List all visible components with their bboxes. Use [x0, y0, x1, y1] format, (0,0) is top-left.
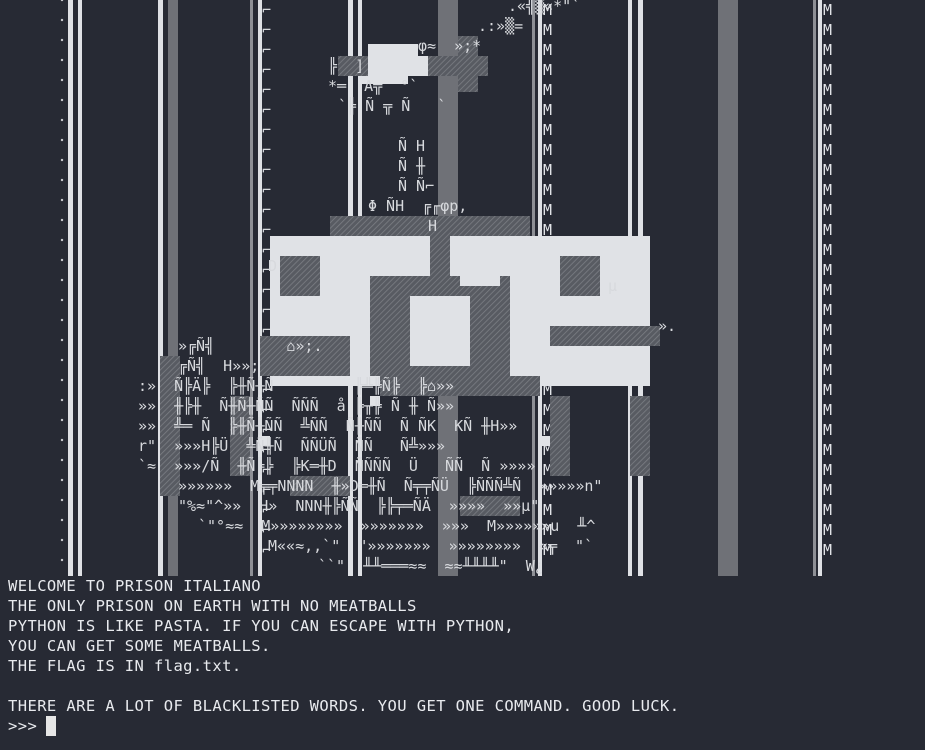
terminal-window[interactable]: M M M M M M M M M M M M M M M M M M M M … [0, 0, 925, 750]
art-row: Ñ Ñ⌐ [398, 177, 435, 195]
bar-m-column: M M M M M M M M M M M M M M M M M M M M … [823, 1, 833, 559]
art-row: φ≈ »;* [418, 37, 482, 55]
art-row: "%≈"^»» H» NNN╫╠ÑÑ ╠╠╤═ÑÄ »»»» »»µ" [178, 497, 540, 515]
art-row: `╠ Ñ ╦ Ñ ` [338, 97, 447, 115]
dot-column [60, 0, 64, 576]
prison-bar [718, 0, 738, 576]
prison-bar [818, 0, 822, 576]
art-row: r" »»»H╠Ü ╩Ñ╫Ñ ÑÑÜÑ ÑÑ Ñ╩»»» [138, 437, 446, 455]
art-row: ╠ ] [328, 57, 365, 75]
art-row: ╔Ñ╣ H»»; [178, 357, 260, 375]
art-row: *═ A╦ °` [328, 77, 419, 95]
text-cursor[interactable] [46, 716, 57, 736]
art-row: Φ ÑH ╔╓φp, [368, 197, 468, 215]
banner-line-flag-location: THE FLAG IS IN flag.txt. [8, 657, 242, 675]
art-row: .:»▒= [478, 17, 524, 35]
prompt-symbol: >>> [8, 717, 38, 735]
art-row: D [268, 257, 278, 275]
art-row: »╔Ñ╣ ⌂»;. [178, 337, 323, 355]
art-row: Ñ H [398, 137, 426, 155]
art-row: »» ╫╠╫ Ñ╫Ñ╫ÑÑ ÑÑÑ å ╠╥╠ Ñ ╫ Ñ»» [138, 397, 455, 415]
prison-bar [78, 0, 82, 576]
art-row: »»»»»» M╤╤NNNN ╫»D═╫Ñ Ñ╤╤ÑÜ ╠ÑÑÑ╩Ñ »»»»»… [178, 477, 603, 495]
banner-line-blacklist-warning: THERE ARE A LOT OF BLACKLISTED WORDS. YO… [8, 697, 680, 715]
art-row: µ [608, 277, 618, 295]
art-row: `"°≈≈ M»»»»»»»» »»»»»»» »»» M»»»»»»u ╨^ [198, 517, 596, 535]
banner-line-welcome: WELCOME TO PRISON ITALIANO [8, 577, 262, 595]
banner-line-python-pasta: PYTHON IS LIKE PASTA. IF YOU CAN ESCAPE … [8, 617, 515, 635]
art-row: `≈ »»»/Ñ ╫Ñ╠╠ ╠K═╫D ÑÑÑÑ Ü ÑÑ Ñ »»»» [138, 457, 536, 475]
banner-line-no-meatballs: THE ONLY PRISON ON EARTH WITH NO MEATBAL… [8, 597, 417, 615]
command-input-line[interactable]: >>> [8, 716, 57, 736]
art-row: Ñ ╫ [398, 157, 426, 175]
banner-line-get-meatballs: YOU CAN GET SOME MEATBALLS. [8, 637, 271, 655]
art-row: »» ╩═ Ñ ╠╫Ñ╫ÑÑ ╩ÑÑ Ñ╫ÑÑ Ñ ÑK KÑ ╫H»» [138, 417, 518, 435]
art-row: H [428, 217, 438, 235]
ascii-art-banner: M M M M M M M M M M M M M M M M M M M M … [0, 0, 925, 576]
art-row: ``" ╨╨═══≈≈ ≈≈╨╨╨╨" W¿ [318, 557, 544, 575]
prison-bar [813, 0, 816, 576]
art-row: ». [658, 317, 677, 335]
art-row: :» Ñ╠Ä╠ ╠╫Ñ╫Ñ ╠╩╠Ñ╠ ╠⌂»» [138, 377, 455, 395]
prison-bar [68, 0, 73, 576]
art-row: .«╣▒«*"` [508, 0, 581, 15]
art-row: M««≈,,`" "»»»»»»» »»»»»»»» «╤ "` [268, 537, 594, 555]
